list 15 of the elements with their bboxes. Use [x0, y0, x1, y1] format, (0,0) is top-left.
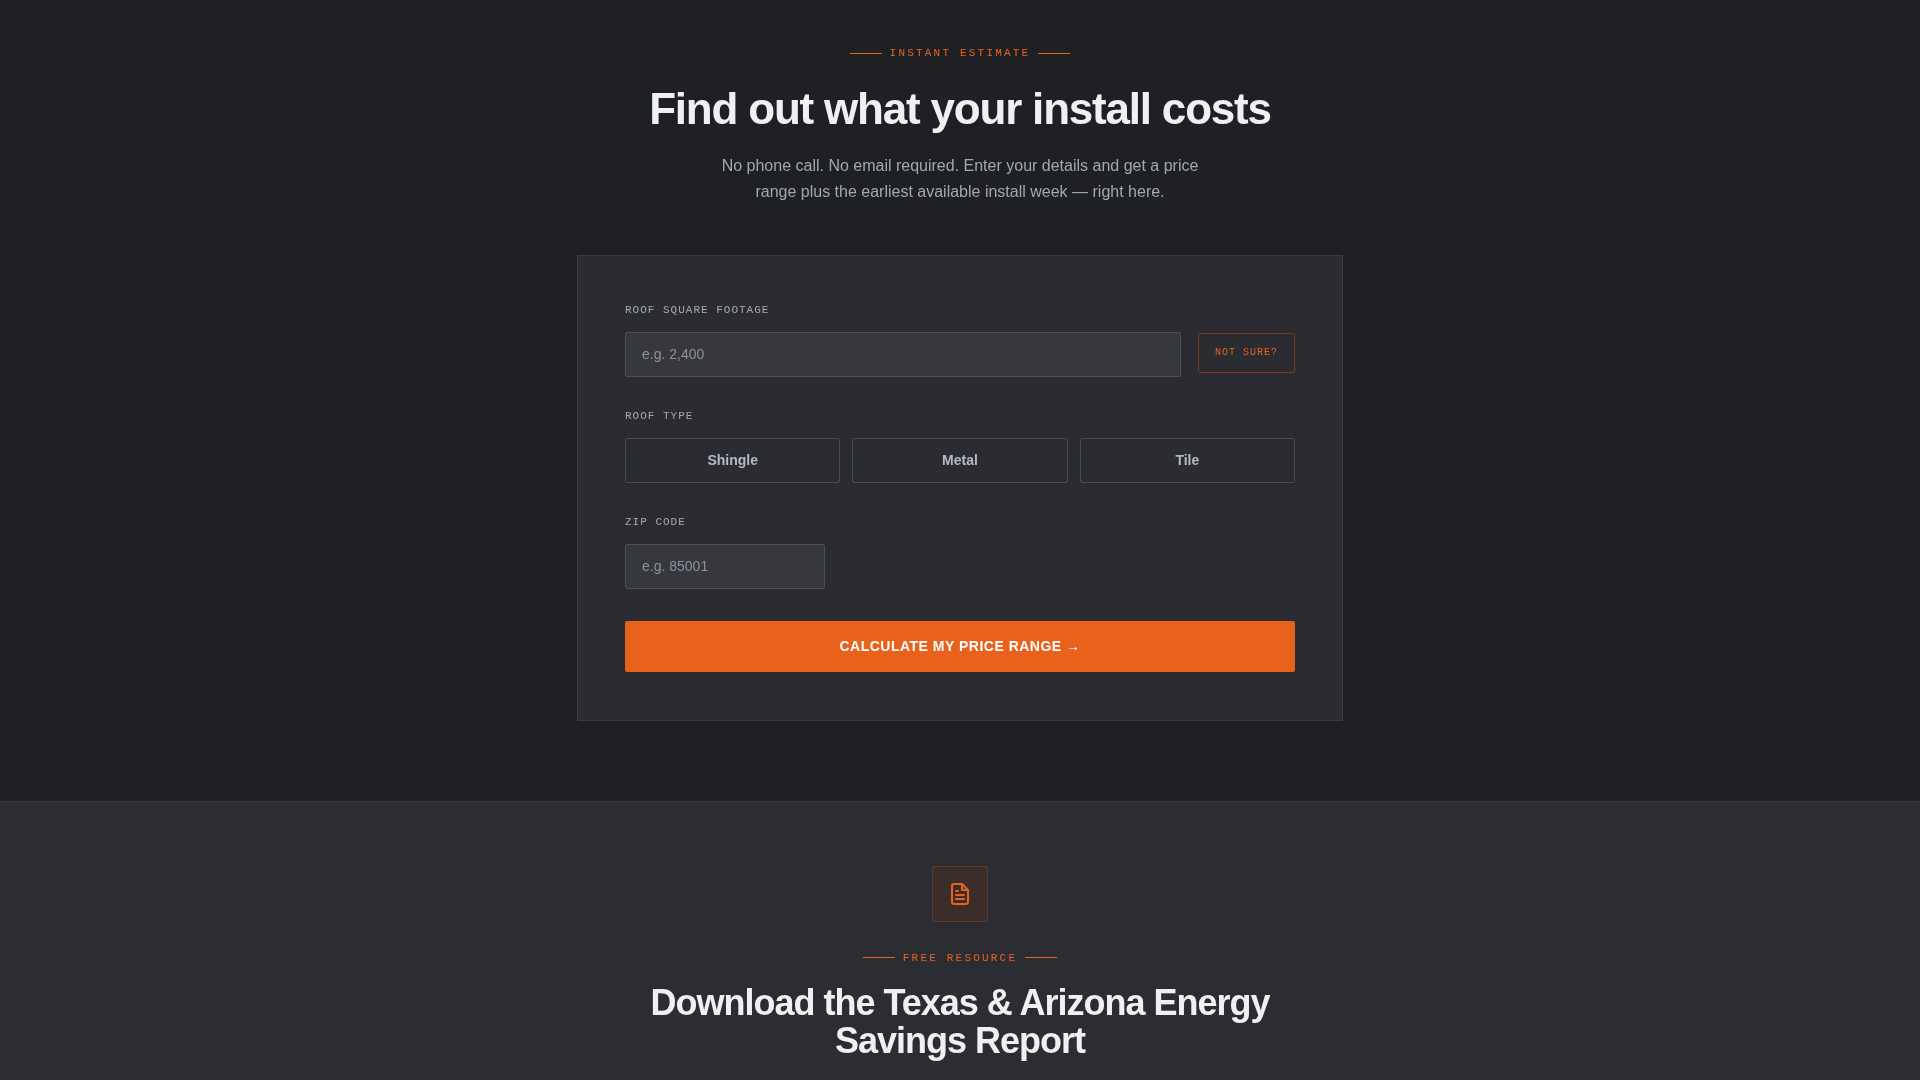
roof-type-option[interactable]: Metal [852, 437, 1068, 483]
document-icon [932, 865, 988, 922]
zip-code-input[interactable]: e.g. 85001 [625, 543, 825, 589]
section-eyebrow: FREE RESOURCE [902, 950, 1018, 965]
field-label: ROOF TYPE [625, 408, 694, 423]
roof-type-option[interactable]: Tile [1079, 437, 1295, 483]
roof-type-option[interactable]: Shingle [625, 437, 841, 483]
section-eyebrow: INSTANT ESTIMATE [889, 46, 1031, 60]
field-label: ROOF SQUARE FOOTAGE [625, 302, 770, 317]
not-sure-button[interactable]: NOT SURE? [1198, 332, 1295, 373]
intro-text: No phone call. No email required. Enter your details and get a price range plus the earliest available install week — right here. [720, 155, 1200, 202]
section-heading: Download the Texas & Arizona Energy Savings Report [649, 983, 1271, 1062]
section-heading: Find out what your install costs [649, 84, 1271, 135]
field-label: ZIP CODE [625, 514, 686, 529]
square-footage-input[interactable]: e.g. 2,400 [625, 331, 1181, 377]
